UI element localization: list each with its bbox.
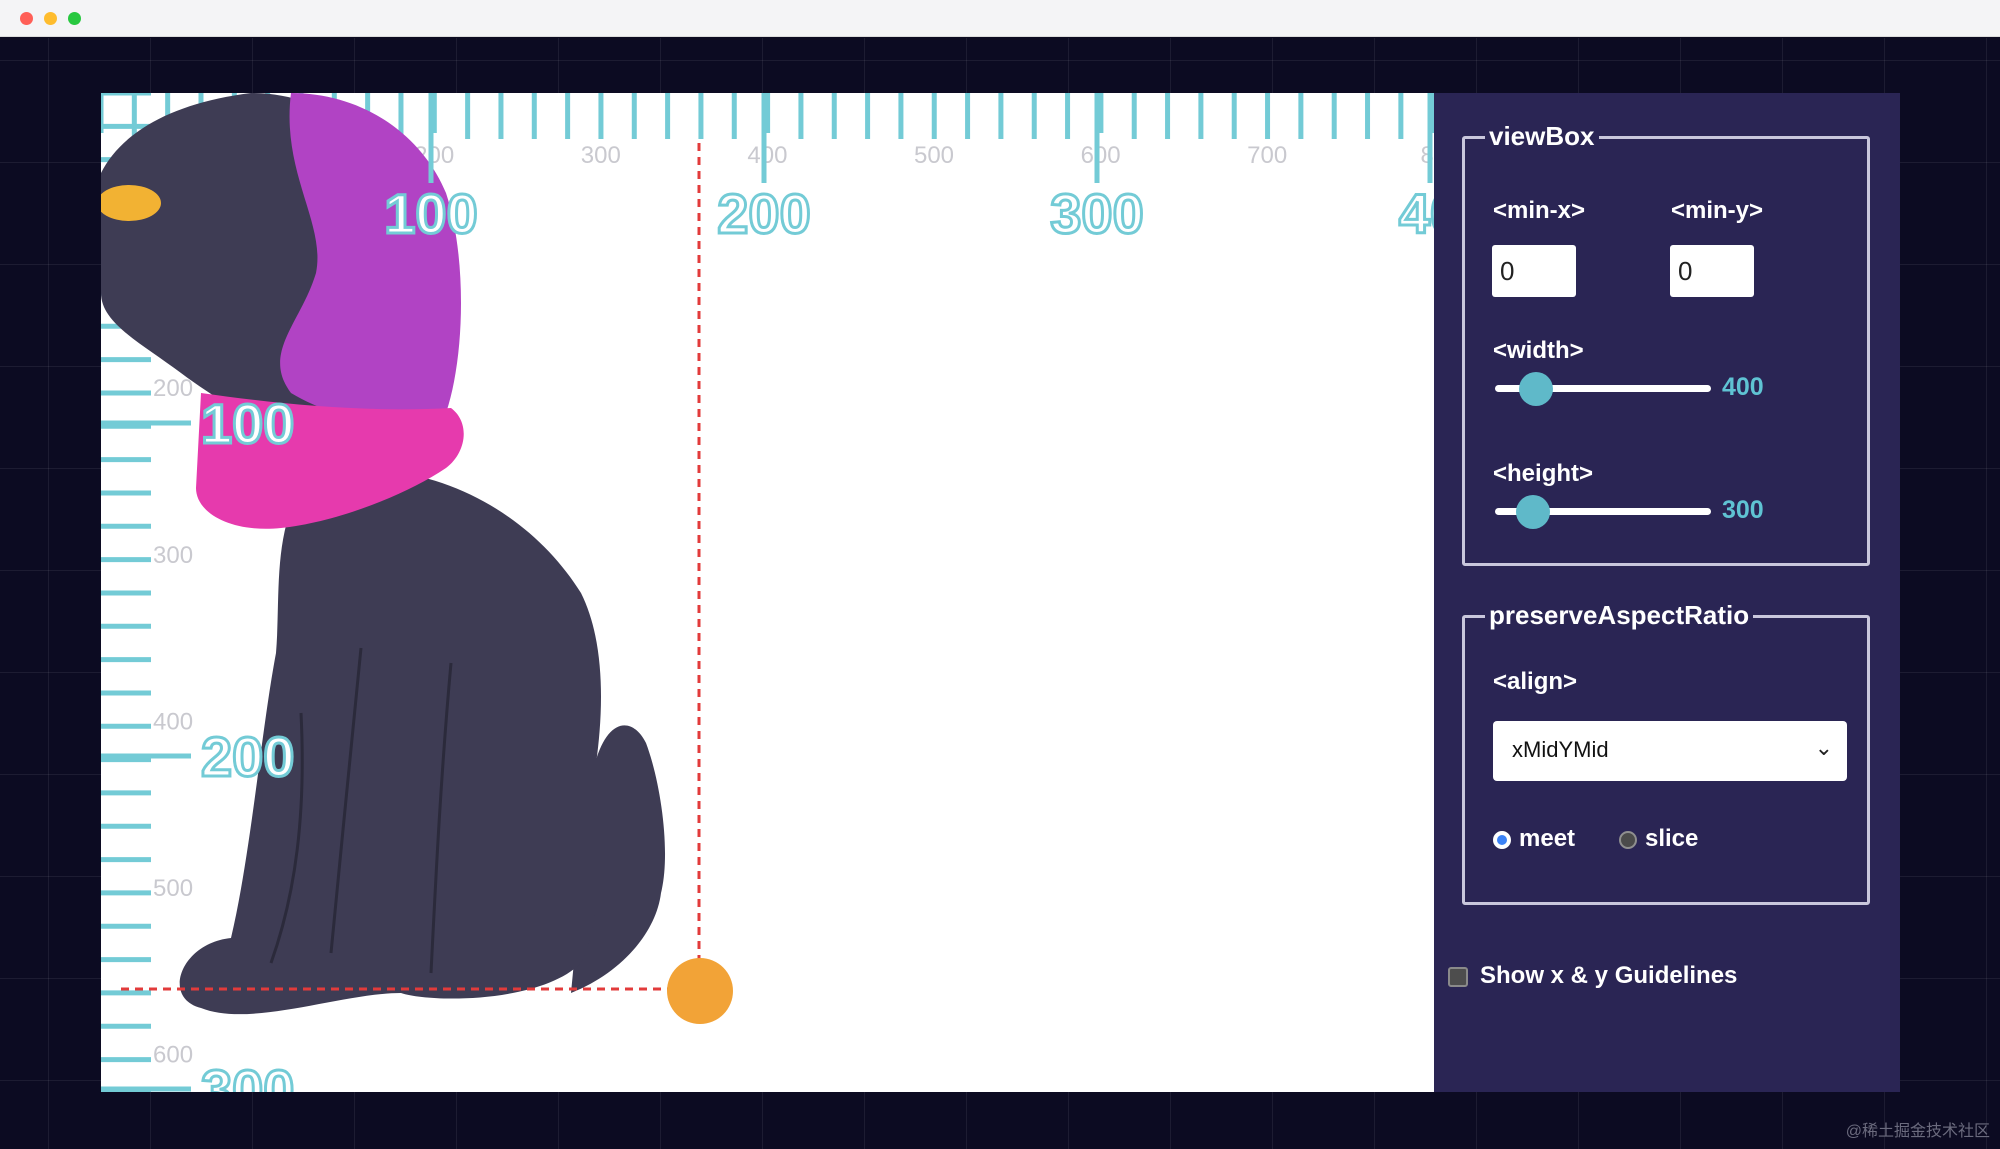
width-slider-thumb[interactable] — [1519, 372, 1553, 406]
viewbox-legend: viewBox — [1485, 121, 1599, 152]
radio-selected-dot — [1497, 835, 1507, 845]
outer-ruler-y-label: 400 — [153, 708, 193, 735]
height-slider-thumb[interactable] — [1516, 495, 1550, 529]
guidelines-checkbox[interactable] — [1448, 967, 1468, 987]
inner-ruler-y-label: 200 — [201, 725, 294, 788]
min-y-input[interactable] — [1670, 245, 1754, 297]
height-label: <height> — [1493, 460, 1594, 487]
width-value: 400 — [1722, 373, 1764, 401]
chevron-down-icon: ⌄ — [1814, 735, 1833, 760]
height-value: 300 — [1722, 496, 1764, 524]
inner-ruler-x-label: 100 — [384, 182, 477, 245]
inner-ruler-x-label: 300 — [1050, 182, 1143, 245]
outer-ruler-x-label: 300 — [581, 142, 621, 169]
inner-ruler-x-label: 200 — [717, 182, 810, 245]
resize-handle[interactable] — [667, 958, 733, 1024]
viewbox-fieldset: viewBox <min-x> <min-y> <width> 400 <hei… — [1462, 121, 1870, 566]
inner-ruler-y-label: 100 — [201, 392, 294, 455]
svg-preview-stage: 1002003004005006007008010020030040050060… — [101, 93, 1434, 1092]
outer-ruler-x-label: 500 — [914, 142, 954, 169]
align-select-value: xMidYMid — [1512, 737, 1609, 762]
outer-ruler-y-label: 600 — [153, 1042, 193, 1069]
align-label: <align> — [1493, 668, 1578, 695]
inner-ruler-x-label: 40 — [1399, 182, 1434, 245]
close-window-button[interactable] — [20, 12, 33, 25]
align-select[interactable]: xMidYMid ⌄ — [1493, 721, 1847, 781]
meet-radio[interactable] — [1493, 831, 1511, 849]
min-y-label: <min-y> — [1671, 197, 1764, 224]
slice-label: slice — [1645, 825, 1699, 852]
guidelines-label: Show x & y Guidelines — [1480, 962, 1738, 989]
outer-ruler-y-label: 500 — [153, 875, 193, 902]
watermark: @稀土掘金技术社区 — [1845, 1123, 1990, 1140]
control-panel: viewBox <min-x> <min-y> <width> 400 <hei… — [1434, 93, 1900, 1092]
preserve-aspect-ratio-fieldset: preserveAspectRatio <align> xMidYMid ⌄ m… — [1462, 600, 1870, 905]
outer-ruler-x-label: 400 — [747, 142, 787, 169]
window-titlebar — [0, 0, 2000, 37]
outer-ruler-y-label: 300 — [153, 542, 193, 569]
width-label: <width> — [1493, 337, 1584, 364]
minimize-window-button[interactable] — [44, 12, 57, 25]
viewbox-preview-svg: 1002003004005006007008010020030040050060… — [101, 93, 1434, 1092]
inner-ruler-y-label: 300 — [201, 1058, 294, 1092]
zoom-window-button[interactable] — [68, 12, 81, 25]
min-x-label: <min-x> — [1493, 197, 1586, 224]
preserve-aspect-ratio-legend: preserveAspectRatio — [1485, 600, 1754, 631]
outer-ruler-x-label: 600 — [1081, 142, 1121, 169]
slice-radio[interactable] — [1619, 831, 1637, 849]
outer-ruler-x-label: 700 — [1247, 142, 1287, 169]
min-x-input[interactable] — [1492, 245, 1576, 297]
meet-label: meet — [1519, 825, 1576, 852]
outer-ruler-y-label: 200 — [153, 375, 193, 402]
